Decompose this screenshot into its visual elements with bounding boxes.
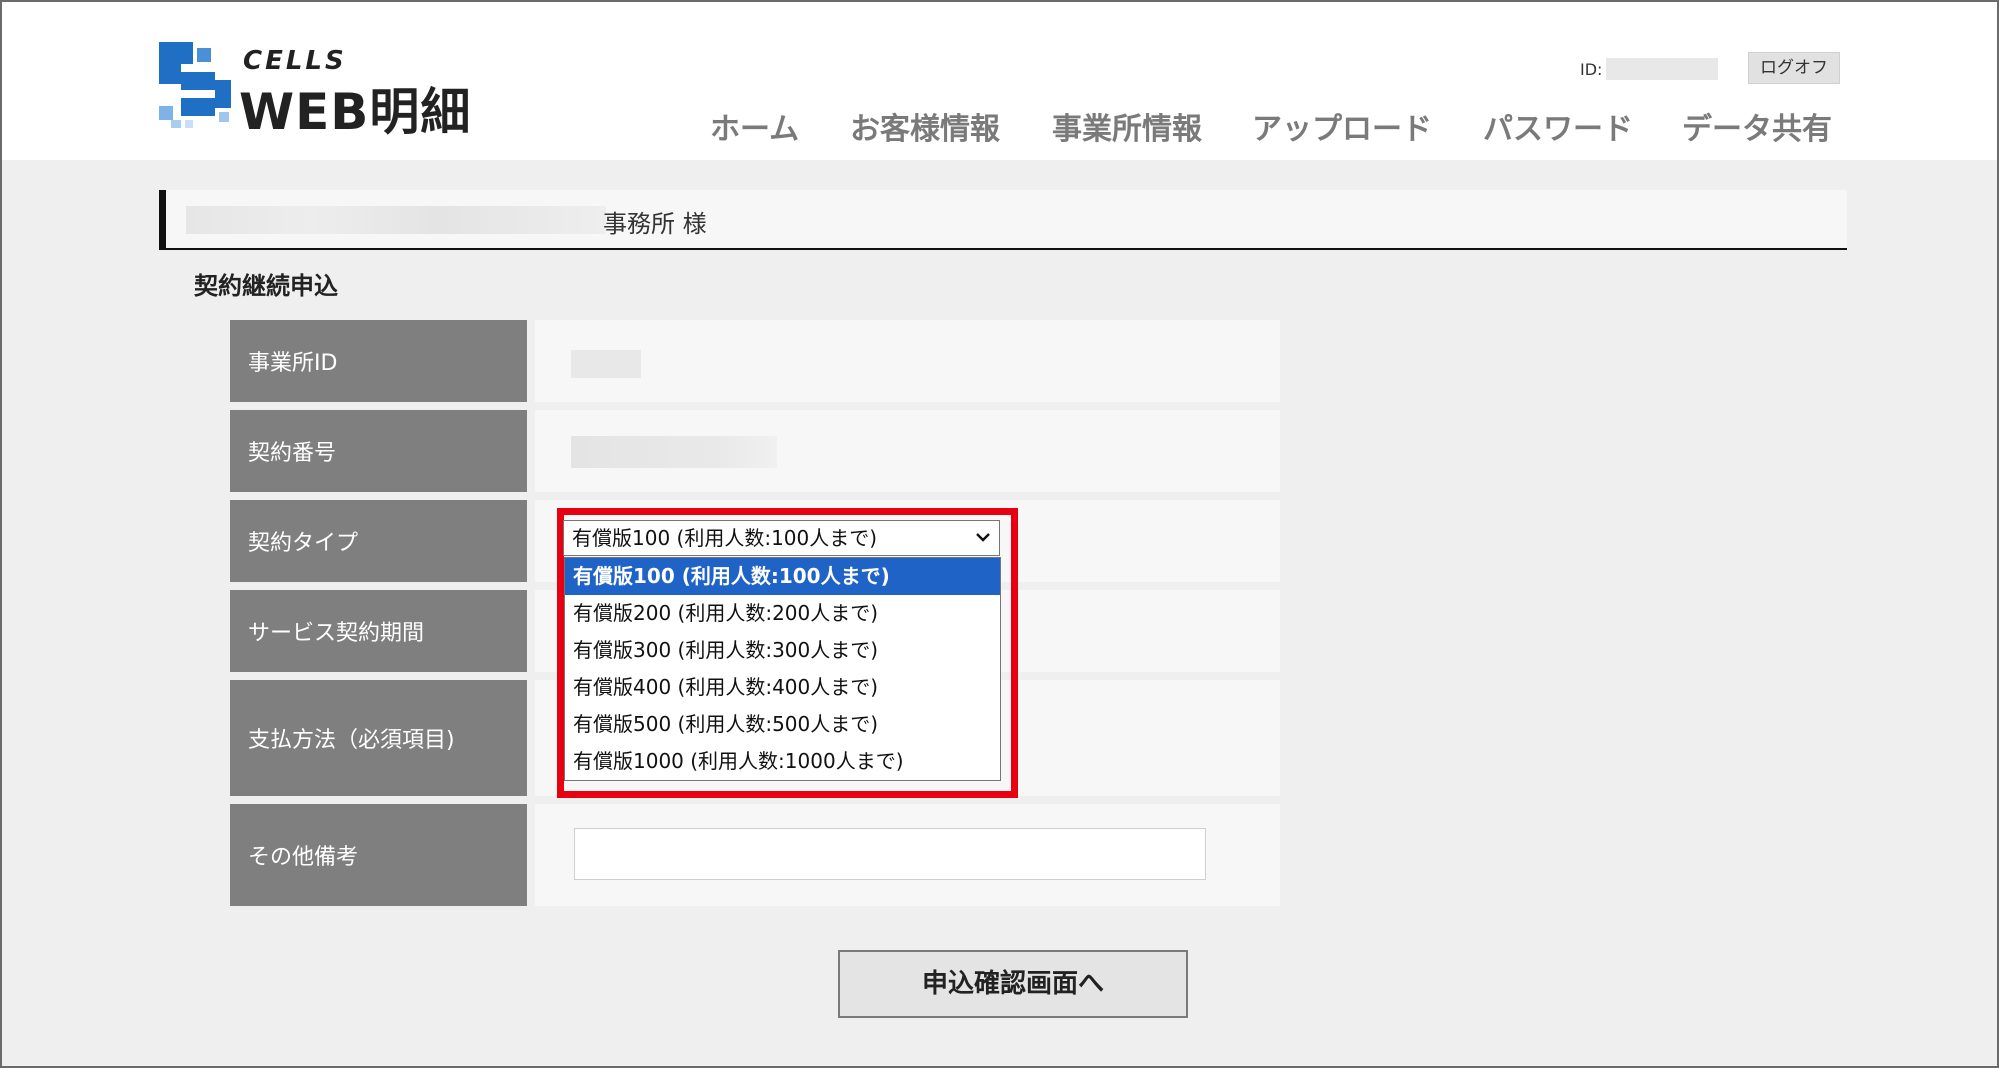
option-paid-300[interactable]: 有償版300 (利用人数:300人まで) — [565, 632, 1000, 669]
office-name-bar: 事務所 様 — [159, 190, 1847, 250]
nav-upload[interactable]: アップロード — [1252, 104, 1432, 148]
office-id-redacted — [571, 350, 641, 378]
app-window: CELLS WEB明細 ID: ログオフ ホーム お客様情報 事業所情報 アップ… — [0, 0, 1999, 1068]
option-paid-500[interactable]: 有償版500 (利用人数:500人まで) — [565, 706, 1000, 743]
submit-confirm-button[interactable]: 申込確認画面へ — [838, 950, 1188, 1018]
office-name-redacted — [186, 206, 606, 234]
option-paid-1000[interactable]: 有償版1000 (利用人数:1000人まで) — [565, 743, 1000, 780]
site-header: CELLS WEB明細 ID: ログオフ ホーム お客様情報 事業所情報 アップ… — [2, 2, 1997, 160]
cells-logo[interactable]: CELLS WEB明細 — [159, 42, 479, 141]
contract-number-label: 契約番号 — [230, 410, 527, 492]
user-id-label: ID: — [1580, 60, 1603, 79]
other-notes-input[interactable] — [574, 828, 1206, 880]
nav-password[interactable]: パスワード — [1483, 104, 1633, 148]
contract-type-select[interactable]: 有償版100 (利用人数:100人まで) — [563, 520, 1000, 556]
row-office-id: 事業所ID — [230, 320, 1280, 402]
logoff-button[interactable]: ログオフ — [1748, 52, 1840, 84]
payment-method-label: 支払方法（必須項目) — [230, 680, 527, 796]
option-paid-100[interactable]: 有償版100 (利用人数:100人まで) — [565, 558, 1000, 595]
nav-office-info[interactable]: 事業所情報 — [1052, 104, 1202, 148]
contract-type-label: 契約タイプ — [230, 500, 527, 582]
option-paid-200[interactable]: 有償版200 (利用人数:200人まで) — [565, 595, 1000, 632]
other-notes-label: その他備考 — [230, 804, 527, 906]
logo-text-web: WEB明細 — [239, 83, 472, 141]
contract-number-redacted — [571, 436, 777, 468]
service-period-label: サービス契約期間 — [230, 590, 527, 672]
office-name-suffix: 事務所 様 — [603, 210, 707, 238]
nav-customer-info[interactable]: お客様情報 — [850, 104, 1000, 148]
user-id-redacted — [1606, 58, 1718, 80]
logo-mark-icon — [159, 42, 231, 128]
contract-type-dropdown: 有償版100 (利用人数:100人まで) 有償版200 (利用人数:200人まで… — [564, 557, 1001, 781]
other-notes-value — [527, 804, 1280, 906]
option-paid-400[interactable]: 有償版400 (利用人数:400人まで) — [565, 669, 1000, 706]
office-id-value — [527, 320, 1280, 402]
nav-home[interactable]: ホーム — [710, 104, 799, 148]
page-title: 契約継続申込 — [194, 272, 338, 300]
row-other-notes: その他備考 — [230, 804, 1280, 906]
contract-number-value — [527, 410, 1280, 492]
contract-type-selected-value: 有償版100 (利用人数:100人まで) — [572, 526, 878, 550]
office-id-label: 事業所ID — [230, 320, 527, 402]
row-contract-number: 契約番号 — [230, 410, 1280, 492]
nav-data-share[interactable]: データ共有 — [1682, 104, 1832, 148]
